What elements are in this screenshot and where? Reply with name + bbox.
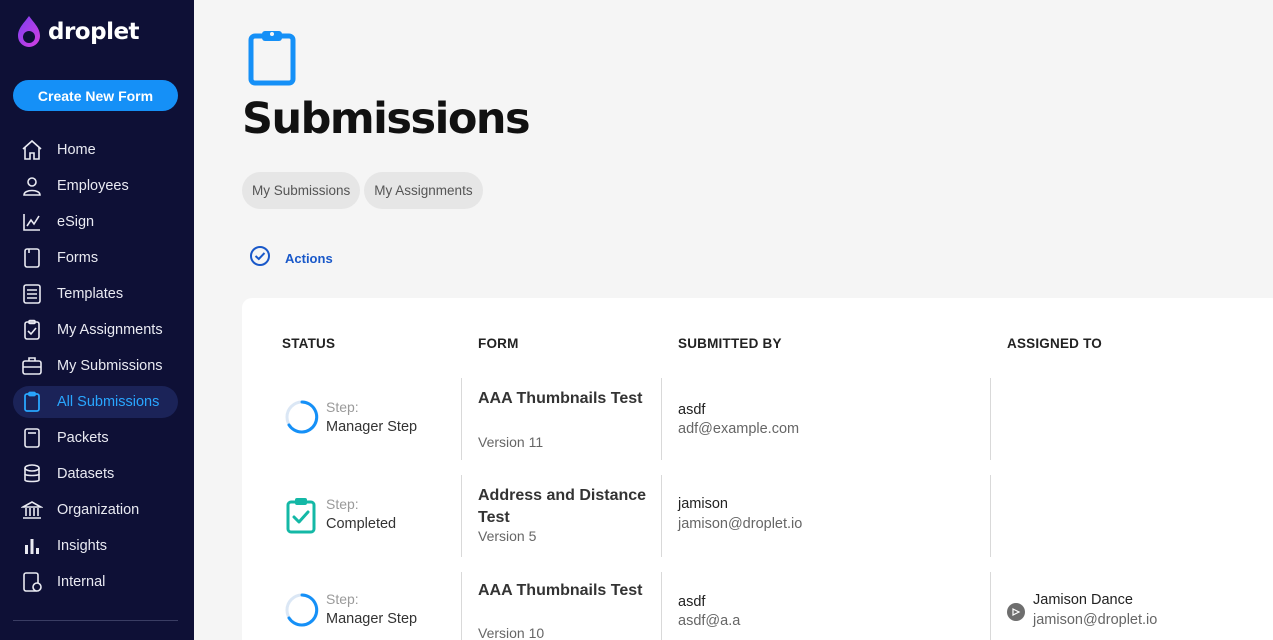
sidebar-item-label: All Submissions [57, 394, 160, 410]
submissions-table: STATUS FORM SUBMITTED BY ASSIGNED TO Ste… [242, 298, 1273, 640]
sidebar-nav: Home Employees eSign Forms Templates My … [13, 134, 178, 602]
page-title: Submissions [242, 94, 531, 144]
completed-check-icon [284, 496, 320, 539]
table-row[interactable]: Step: Completed Address and Distance Tes… [242, 475, 1273, 559]
column-divider [461, 572, 462, 640]
sidebar-item-label: Organization [57, 502, 140, 518]
table-row[interactable]: Step: Manager Step AAA Thumbnails Test V… [242, 572, 1273, 640]
form-version: Version 5 [478, 528, 537, 544]
actions-label: Actions [285, 251, 333, 266]
column-divider [990, 378, 991, 460]
submitter-email: asdf@a.a [678, 613, 741, 629]
sidebar-item-all-submissions[interactable]: All Submissions [13, 386, 178, 418]
column-header-submitted-by[interactable]: SUBMITTED BY [678, 336, 782, 351]
sidebar-item-label: My Submissions [57, 358, 163, 374]
tab-my-assignments[interactable]: My Assignments [364, 172, 483, 209]
column-header-status[interactable]: STATUS [282, 336, 335, 351]
form-version: Version 10 [478, 625, 545, 640]
progress-ring-icon [284, 592, 320, 633]
column-divider [461, 475, 462, 557]
column-divider [661, 572, 662, 640]
sidebar-item-my-submissions[interactable]: My Submissions [13, 350, 178, 382]
droplet-logo[interactable]: droplet [14, 14, 140, 50]
column-divider [990, 475, 991, 557]
main-content: Submissions My Submissions My Assignment… [194, 0, 1273, 640]
bar-chart-icon [21, 535, 43, 557]
sidebar-item-templates[interactable]: Templates [13, 278, 178, 310]
sidebar-item-label: eSign [57, 214, 95, 230]
brand-name: droplet [48, 19, 140, 45]
bank-icon [21, 499, 43, 521]
check-circle-icon [249, 245, 271, 272]
assignee-name: Jamison Dance [1033, 592, 1133, 608]
column-divider [661, 475, 662, 557]
sidebar-item-insights[interactable]: Insights [13, 530, 178, 562]
submitter-name: jamison [678, 496, 728, 512]
clipboard-icon [21, 391, 43, 413]
sidebar-item-label: Insights [57, 538, 107, 554]
sidebar: droplet Create New Form Home Employees e… [0, 0, 194, 640]
assignee-status-icon [1007, 603, 1025, 621]
sidebar-item-forms[interactable]: Forms [13, 242, 178, 274]
submitter-email: adf@example.com [678, 421, 800, 437]
sidebar-item-label: Home [57, 142, 96, 158]
step-name: Manager Step [326, 419, 418, 435]
sidebar-item-label: Employees [57, 178, 129, 194]
sidebar-item-packets[interactable]: Packets [13, 422, 178, 454]
sidebar-divider [13, 620, 178, 621]
sidebar-item-organization[interactable]: Organization [13, 494, 178, 526]
droplet-logo-icon [18, 16, 40, 47]
internal-icon [21, 571, 43, 593]
submission-tabs: My Submissions My Assignments [242, 172, 487, 209]
sidebar-item-label: My Assignments [57, 322, 163, 338]
step-name: Completed [326, 516, 397, 532]
actions-button[interactable]: Actions [249, 245, 333, 272]
assignee-email: jamison@droplet.io [1033, 612, 1158, 628]
create-new-form-button[interactable]: Create New Form [13, 80, 178, 111]
tab-my-submissions[interactable]: My Submissions [242, 172, 361, 209]
step-label: Step: [326, 591, 359, 607]
form-name[interactable]: AAA Thumbnails Test [478, 388, 648, 410]
sidebar-item-datasets[interactable]: Datasets [13, 458, 178, 490]
column-divider [661, 378, 662, 460]
person-icon [21, 175, 43, 197]
signature-icon [21, 211, 43, 233]
sidebar-item-label: Forms [57, 250, 99, 266]
step-label: Step: [326, 496, 359, 512]
template-icon [21, 283, 43, 305]
sidebar-item-label: Internal [57, 574, 106, 590]
column-divider [461, 378, 462, 460]
sidebar-item-internal[interactable]: Internal [13, 566, 178, 598]
sidebar-item-employees[interactable]: Employees [13, 170, 178, 202]
clipboard-check-icon [21, 319, 43, 341]
sidebar-item-label: Templates [57, 286, 124, 302]
sidebar-item-label: Datasets [57, 466, 115, 482]
sidebar-item-my-assignments[interactable]: My Assignments [13, 314, 178, 346]
column-divider [990, 572, 991, 640]
submitter-name: asdf [678, 402, 706, 418]
packet-icon [21, 427, 43, 449]
sidebar-item-label: Packets [57, 430, 109, 446]
database-icon [21, 463, 43, 485]
table-row[interactable]: Step: Manager Step AAA Thumbnails Test V… [242, 378, 1273, 462]
home-icon [21, 139, 43, 161]
clipboard-icon [248, 28, 296, 91]
form-name[interactable]: AAA Thumbnails Test [478, 580, 648, 602]
sidebar-item-home[interactable]: Home [13, 134, 178, 166]
form-version: Version 11 [478, 434, 544, 450]
step-name: Manager Step [326, 611, 418, 627]
step-label: Step: [326, 399, 359, 415]
submitter-email: jamison@droplet.io [678, 516, 803, 532]
sidebar-item-esign[interactable]: eSign [13, 206, 178, 238]
submitter-name: asdf [678, 594, 706, 610]
form-name[interactable]: Address and Distance Test [478, 485, 648, 529]
column-header-assigned-to[interactable]: ASSIGNED TO [1007, 336, 1102, 351]
progress-ring-icon [284, 399, 320, 440]
column-header-form[interactable]: FORM [478, 336, 519, 351]
form-icon [21, 247, 43, 269]
briefcase-icon [21, 355, 43, 377]
